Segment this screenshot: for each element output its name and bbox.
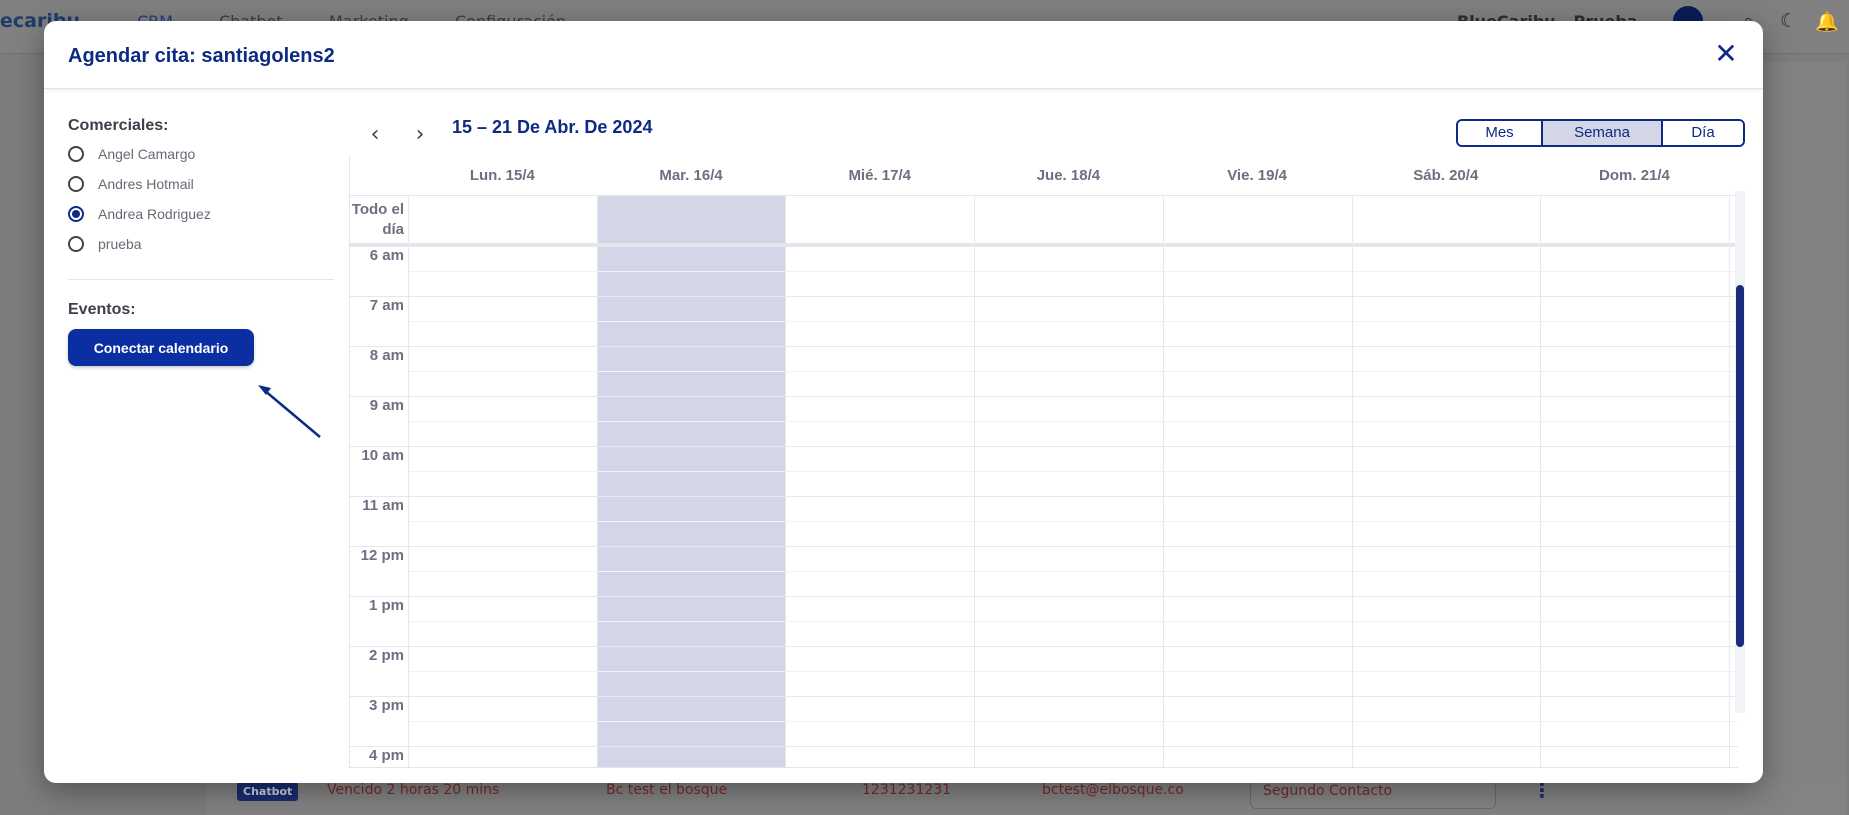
view-month-button[interactable]: Mes <box>1458 121 1543 145</box>
radio-label: Angel Camargo <box>98 146 196 162</box>
day-headers: Lun. 15/4 Mar. 16/4 Mié. 17/4 Jue. 18/4 … <box>408 156 1738 195</box>
half-hour-line <box>408 371 1738 372</box>
all-day-row[interactable]: Todo el día <box>350 195 1738 246</box>
column-divider <box>1540 195 1542 767</box>
radio-comercial-andrea[interactable]: Andrea Rodriguez <box>68 199 334 229</box>
hour-line <box>350 496 1738 497</box>
hour-label: 9 am <box>369 397 404 414</box>
day-header: Dom. 21/4 <box>1599 167 1670 184</box>
day-header: Vie. 19/4 <box>1227 167 1287 184</box>
date-range-title: 15 – 21 De Abr. De 2024 <box>452 117 653 137</box>
radio-comercial-andres[interactable]: Andres Hotmail <box>68 169 334 199</box>
radio-button[interactable] <box>68 236 84 252</box>
background-phone: 1231231231 <box>862 782 952 798</box>
calendar-grid: Lun. 15/4 Mar. 16/4 Mié. 17/4 Jue. 18/4 … <box>349 156 1738 768</box>
view-week-button[interactable]: Semana <box>1543 121 1663 145</box>
view-day-button[interactable]: Día <box>1663 121 1743 145</box>
hour-label: 6 am <box>369 247 404 264</box>
background-stage-value: Segundo Contacto <box>1263 783 1393 799</box>
view-toggle: Mes Semana Día <box>1456 119 1745 147</box>
hour-label: 11 am <box>362 497 404 514</box>
day-header: Lun. 15/4 <box>469 167 535 184</box>
radio-button-selected[interactable] <box>68 206 84 222</box>
radio-label: prueba <box>98 236 142 252</box>
column-divider <box>408 195 409 767</box>
all-day-label: Todo el día <box>351 201 404 238</box>
day-header: Sáb. 20/4 <box>1413 167 1479 184</box>
radio-comercial-angel[interactable]: Angel Camargo <box>68 139 334 169</box>
sidebar: Comerciales: Angel Camargo Andres Hotmai… <box>68 117 334 259</box>
half-hour-line <box>408 421 1738 422</box>
background-status: Vencido 2 horas 20 mins <box>327 782 500 798</box>
background-badge: Chatbot <box>237 782 299 801</box>
hour-line <box>350 596 1738 597</box>
week-calendar: ‹ › 15 – 21 De Abr. De 2024 Mes Semana D… <box>349 101 1745 783</box>
column-divider <box>596 195 598 767</box>
comerciales-label: Comerciales: <box>68 117 169 134</box>
hour-line <box>350 696 1738 697</box>
hour-label: 3 pm <box>368 697 404 714</box>
half-hour-line <box>408 671 1738 672</box>
hour-line <box>350 546 1738 547</box>
day-header: Jue. 18/4 <box>1036 167 1101 184</box>
column-divider <box>1351 195 1353 767</box>
hour-label: 10 am <box>361 447 404 464</box>
radio-comercial-prueba[interactable]: prueba <box>68 229 334 259</box>
hour-line <box>350 296 1738 297</box>
time-grid[interactable]: 6 am 7 am 8 am 9 am 10 am 11 am 12 pm 1 pm 2 pm 3… <box>350 246 1738 767</box>
eventos-label: Eventos: <box>68 301 136 318</box>
column-divider <box>785 195 787 767</box>
background-name: Bc test el bosque <box>606 782 728 798</box>
day-header: Mar. 16/4 <box>659 167 723 184</box>
radio-label: Andrea Rodriguez <box>98 206 211 222</box>
annotation-arrow-icon <box>258 385 321 438</box>
hour-label: 8 am <box>369 347 404 364</box>
day-header: Mié. 17/4 <box>848 167 911 184</box>
hour-label: 12 pm <box>360 547 404 564</box>
bell-icon: 🔔 <box>1815 11 1839 33</box>
hour-line <box>350 746 1738 747</box>
hour-line <box>350 396 1738 397</box>
modal-title: Agendar cita: santiagolens2 <box>68 45 335 67</box>
moon-icon: ☾ <box>1780 10 1798 32</box>
half-hour-line <box>408 721 1738 722</box>
radio-button[interactable] <box>68 176 84 192</box>
hour-line <box>350 246 1738 247</box>
half-hour-line <box>408 471 1738 472</box>
column-divider <box>974 195 976 767</box>
scrollbar-thumb[interactable] <box>1736 285 1744 647</box>
half-hour-line <box>408 521 1738 522</box>
hour-line <box>350 446 1738 447</box>
half-hour-line <box>408 321 1738 322</box>
half-hour-line <box>408 621 1738 622</box>
radio-label: Andres Hotmail <box>98 176 194 192</box>
background-email: bctest@elbosque.co <box>1042 782 1184 798</box>
chevron-left-icon[interactable]: ‹ <box>361 121 389 149</box>
schedule-modal: Agendar cita: santiagolens2 ✕ Comerciale… <box>44 21 1763 783</box>
hour-label: 2 pm <box>368 647 404 664</box>
hour-line <box>350 646 1738 647</box>
sidebar-divider <box>68 279 334 280</box>
half-hour-line <box>408 571 1738 572</box>
hour-label: 7 am <box>369 297 404 314</box>
hour-label: 4 pm <box>368 747 404 764</box>
radio-button[interactable] <box>68 146 84 162</box>
connect-calendar-button[interactable]: Conectar calendario <box>68 329 254 366</box>
calendar-scrollbar[interactable] <box>1735 191 1745 713</box>
close-icon[interactable]: ✕ <box>1709 37 1743 71</box>
modal-header: Agendar cita: santiagolens2 ✕ <box>44 21 1763 89</box>
hour-line <box>350 346 1738 347</box>
half-hour-line <box>408 271 1738 272</box>
chevron-right-icon[interactable]: › <box>406 121 434 149</box>
column-divider <box>1162 195 1164 767</box>
hour-label: 1 pm <box>368 597 404 614</box>
column-divider <box>1728 195 1730 767</box>
